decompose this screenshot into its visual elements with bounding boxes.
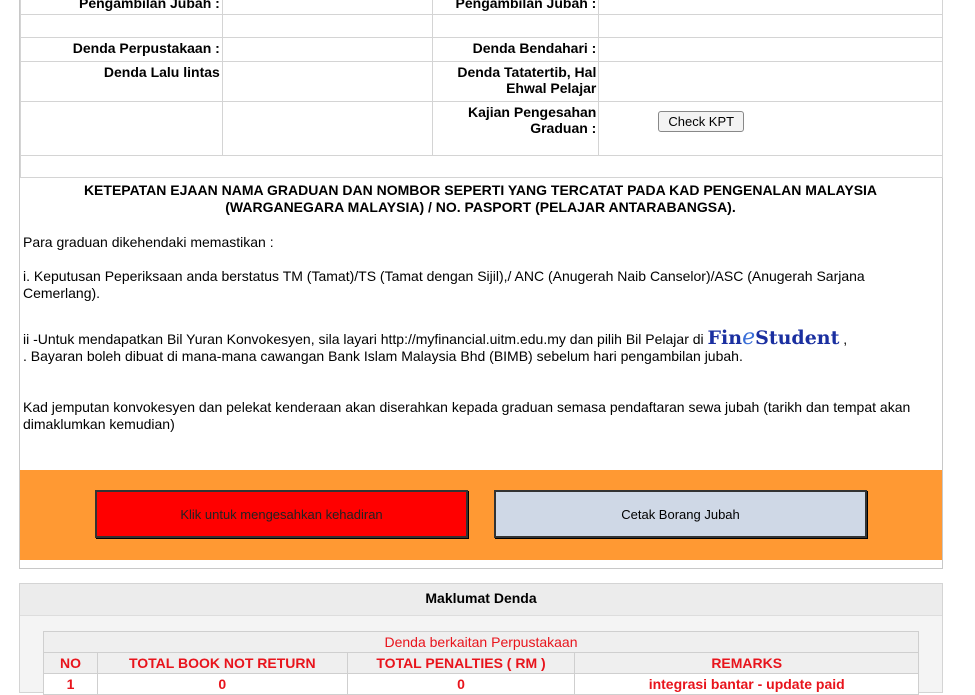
denda-caption: Denda berkaitan Perpustakaan (43, 631, 919, 653)
kajian-pengesahan-cell: Check KPT (598, 101, 943, 156)
table-row: 1 0 0 integrasi bantar - update paid (43, 673, 919, 695)
notice-point-3: Kad jemputan konvokesyen dan pelekat ken… (23, 399, 911, 432)
registration-panel: Pengambilan Jubah : Pengambilan Jubah : … (19, 0, 943, 569)
cell-no: 1 (43, 673, 98, 695)
action-band: Klik untuk mengesahkan kehadiran Cetak B… (20, 470, 942, 560)
notice-point-1: i. Keputusan Peperiksaan anda berstatus … (23, 268, 865, 301)
empty-cell (221, 101, 434, 156)
logo-part-fin: Fin (707, 327, 743, 349)
denda-perpustakaan-value (221, 37, 434, 62)
denda-perpustakaan-label: Denda Perpustakaan : (20, 37, 223, 62)
confirm-attendance-button[interactable]: Klik untuk mengesahkan kehadiran (95, 490, 468, 538)
denda-tatatertib-value (598, 61, 943, 102)
denda-lalu-lintas-value (221, 61, 434, 102)
right-jubah-label: Pengambilan Jubah : (432, 0, 600, 15)
denda-table: Denda berkaitan Perpustakaan NO TOTAL BO… (43, 631, 919, 695)
check-kpt-button[interactable]: Check KPT (658, 111, 745, 132)
notice-point-2: ii -Untuk mendapatkan Bil Yuran Konvokes… (23, 327, 938, 349)
notice-point-2-text: ii -Untuk mendapatkan Bil Yuran Konvokes… (23, 331, 704, 347)
notice-section: KETEPATAN EJAAN NAMA GRADUAN DAN NOMBOR … (23, 182, 938, 433)
right-jubah-value (598, 0, 943, 15)
notice-heading: KETEPATAN EJAAN NAMA GRADUAN DAN NOMBOR … (83, 182, 878, 215)
empty-cell (432, 14, 600, 38)
col-header-remarks: REMARKS (574, 652, 919, 674)
denda-panel: Maklumat Denda Denda berkaitan Perpustak… (19, 583, 943, 695)
col-header-no: NO (43, 652, 98, 674)
logo-part-student: Student (755, 327, 840, 349)
left-jubah-label: Pengambilan Jubah : (20, 0, 223, 15)
logo-part-e: e (742, 325, 756, 350)
col-header-total-penalties: TOTAL PENALTIES ( RM ) (346, 652, 576, 674)
denda-tatatertib-label: Denda Tatatertib, Hal Ehwal Pelajar (432, 61, 600, 102)
col-header-total-book: TOTAL BOOK NOT RETURN (96, 652, 348, 674)
denda-bendahari-label: Denda Bendahari : (432, 37, 600, 62)
notice-intro: Para graduan dikehendaki memastikan : (23, 234, 274, 250)
notice-point-2-line-2: . Bayaran boleh dibuat di mana-mana cawa… (23, 348, 743, 364)
left-jubah-value (221, 0, 434, 15)
cell-remarks: integrasi bantar - update paid (574, 673, 919, 695)
cell-total-book: 0 (96, 673, 348, 695)
empty-cell (598, 14, 943, 38)
denda-title: Maklumat Denda (20, 584, 942, 616)
print-jubah-form-button[interactable]: Cetak Borang Jubah (494, 490, 867, 538)
denda-lalu-lintas-label: Denda Lalu lintas (20, 61, 223, 102)
info-table: Pengambilan Jubah : Pengambilan Jubah : … (20, 0, 943, 178)
cell-total-penalties: 0 (346, 673, 576, 695)
empty-cell (20, 101, 223, 156)
empty-cell (221, 14, 434, 38)
denda-bendahari-value (598, 37, 943, 62)
notice-point-2-comma: , (843, 331, 848, 347)
finestudent-logo[interactable]: FineStudent (708, 327, 840, 349)
spacer-row (20, 155, 943, 178)
kajian-pengesahan-label: Kajian Pengesahan Graduan : (432, 101, 600, 156)
empty-cell (20, 14, 223, 38)
